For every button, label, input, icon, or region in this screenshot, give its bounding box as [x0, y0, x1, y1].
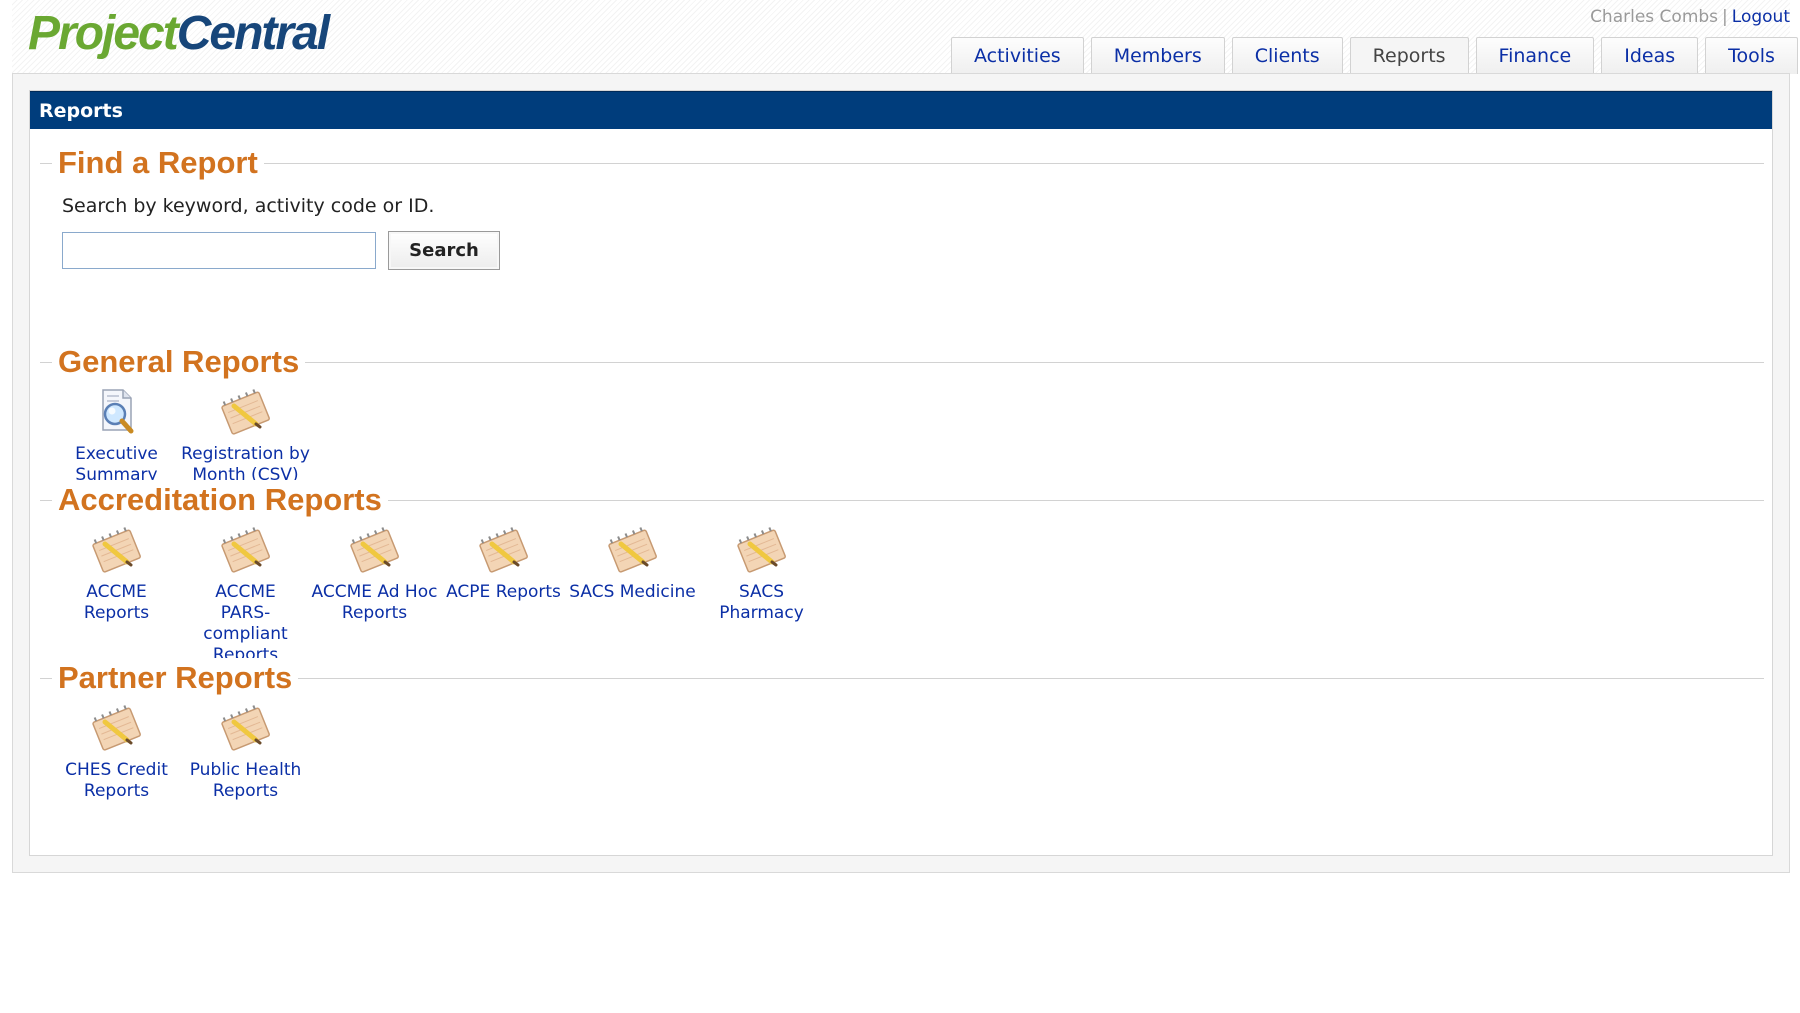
tab-members[interactable]: Members [1090, 37, 1225, 74]
tab-finance[interactable]: Finance [1475, 37, 1595, 74]
tab-activities[interactable]: Activities [951, 37, 1084, 74]
report-sacs-pharmacy[interactable]: SACS Pharmacy [697, 522, 826, 666]
report-label-line: Pharmacy [719, 603, 804, 623]
general-reports-heading: General Reports [52, 342, 306, 382]
report-label-line: ACCME Reports [83, 582, 150, 623]
search-button[interactable]: Search [388, 231, 500, 270]
report-label-line: SACS [738, 582, 785, 602]
tab-label: Activities [974, 45, 1061, 67]
tab-label: Members [1113, 45, 1202, 67]
report-label: ACCME PARS-compliant Reports [181, 582, 310, 666]
tab-label: Tools [1728, 45, 1775, 67]
notebook-pencil-icon [607, 527, 657, 573]
search-row: Search [62, 231, 1764, 270]
report-label-line: ACCME Ad Hoc [311, 582, 438, 602]
tab-reports[interactable]: Reports [1349, 37, 1469, 74]
notebook-pencil-icon [478, 527, 528, 573]
accreditation-reports-section: Accreditation Reports ACCME Reports ACCM… [40, 480, 1764, 666]
report-sacs-medicine[interactable]: SACS Medicine [568, 522, 697, 666]
find-report-heading: Find a Report [52, 143, 264, 183]
app-logo[interactable]: ProjectCentral [28, 6, 330, 61]
magnifier-document-icon [101, 389, 133, 434]
general-reports-section: General Reports Executive Summary Regist… [40, 342, 1764, 486]
partner-reports-heading: Partner Reports [52, 658, 299, 698]
notebook-pencil-icon [736, 527, 786, 573]
report-accme-ad-hoc[interactable]: ACCME Ad Hoc Reports [310, 522, 439, 666]
report-label-line: Public Health [189, 760, 302, 780]
section-header: General Reports [40, 342, 1764, 382]
report-executive-summary[interactable]: Executive Summary [52, 384, 181, 486]
logo-part-central: Central [176, 7, 330, 60]
reports-panel: Reports Find a Report Search by keyword,… [29, 90, 1773, 856]
report-label-line: Registration by [181, 444, 310, 464]
find-report-section: Find a Report Search by keyword, activit… [40, 143, 1764, 270]
notebook-pencil-icon [91, 527, 141, 573]
tab-label: Reports [1372, 45, 1446, 67]
report-search-input[interactable] [62, 232, 376, 269]
accreditation-reports-heading: Accreditation Reports [52, 480, 388, 520]
report-label-line: Executive [75, 444, 158, 464]
partner-reports-list: CHES Credit Reports Public Health Report… [52, 700, 1764, 802]
report-label: ACPE Reports [439, 582, 568, 603]
tab-tools[interactable]: Tools [1705, 37, 1798, 74]
user-bar: Charles Combs | Logout [1590, 7, 1790, 27]
report-label-line: SACS Medicine [569, 582, 696, 602]
notebook-pencil-icon [220, 527, 270, 573]
report-label-line: ACCME [215, 582, 276, 602]
section-divider [40, 678, 1764, 679]
report-label: SACS Pharmacy [697, 582, 826, 624]
report-ches-credit[interactable]: CHES Credit Reports [52, 700, 181, 802]
logo-part-project: Project [28, 7, 179, 60]
tab-label: Clients [1254, 45, 1320, 67]
accreditation-reports-list: ACCME Reports ACCME PARS-compliant Repor… [52, 522, 1764, 666]
notebook-pencil-icon [220, 705, 270, 751]
section-header: Find a Report [40, 143, 1764, 183]
tab-label: Ideas [1624, 45, 1676, 67]
section-divider [40, 163, 1764, 164]
report-accme-pars[interactable]: ACCME PARS-compliant Reports [181, 522, 310, 666]
notebook-pencil-icon [349, 527, 399, 573]
report-registration-by-month[interactable]: Registration by Month (CSV) [181, 384, 310, 486]
report-acpe[interactable]: ACPE Reports [439, 522, 568, 666]
panel-title: Reports [30, 91, 1772, 129]
user-separator: | [1722, 7, 1728, 27]
notebook-pencil-icon [91, 705, 141, 751]
notebook-pencil-icon [220, 389, 270, 435]
report-label-line: ACPE Reports [446, 582, 561, 602]
search-hint: Search by keyword, activity code or ID. [62, 195, 435, 217]
main-nav-tabs: Activities Members Clients Reports Finan… [951, 37, 1800, 74]
partner-reports-section: Partner Reports CHES Credit Reports Publ… [40, 658, 1764, 802]
report-label: ACCME Ad Hoc Reports [310, 582, 439, 624]
tab-clients[interactable]: Clients [1231, 37, 1343, 74]
section-header: Partner Reports [40, 658, 1764, 698]
general-reports-list: Executive Summary Registration by Month … [52, 384, 1764, 486]
report-label: CHES Credit Reports [52, 760, 181, 802]
report-label-line: Reports [341, 603, 408, 623]
report-label-line: PARS-compliant [203, 603, 288, 644]
report-accme[interactable]: ACCME Reports [52, 522, 181, 666]
tab-ideas[interactable]: Ideas [1601, 37, 1699, 74]
report-label: Public Health Reports [181, 760, 310, 802]
user-name: Charles Combs [1590, 7, 1719, 27]
tab-label: Finance [1498, 45, 1572, 67]
report-label-line: Reports [212, 781, 279, 801]
report-label: SACS Medicine [568, 582, 697, 603]
section-header: Accreditation Reports [40, 480, 1764, 520]
report-public-health[interactable]: Public Health Reports [181, 700, 310, 802]
logout-link[interactable]: Logout [1732, 7, 1790, 27]
report-label-line: Reports [83, 781, 150, 801]
report-label-line: CHES Credit [65, 760, 168, 780]
report-label: ACCME Reports [52, 582, 181, 624]
